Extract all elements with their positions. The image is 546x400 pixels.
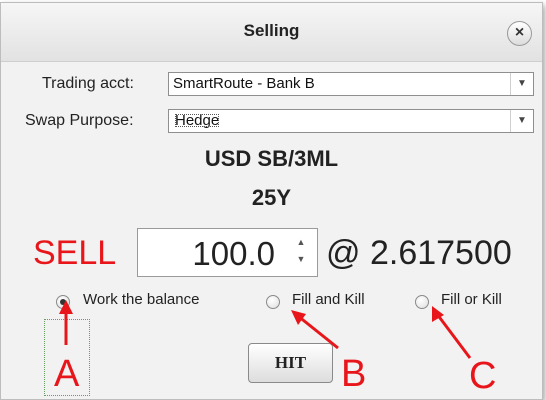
arrow-a-head: [59, 300, 73, 314]
arrow-c-line: [435, 313, 472, 359]
arrow-b-line: [297, 314, 339, 350]
annotation-letter-c: C: [469, 355, 497, 397]
arrow-b-head: [291, 310, 306, 325]
annotation-letter-a: A: [54, 353, 80, 395]
annotation-arrows: [59, 300, 472, 359]
annotation-letter-b: B: [341, 353, 367, 395]
